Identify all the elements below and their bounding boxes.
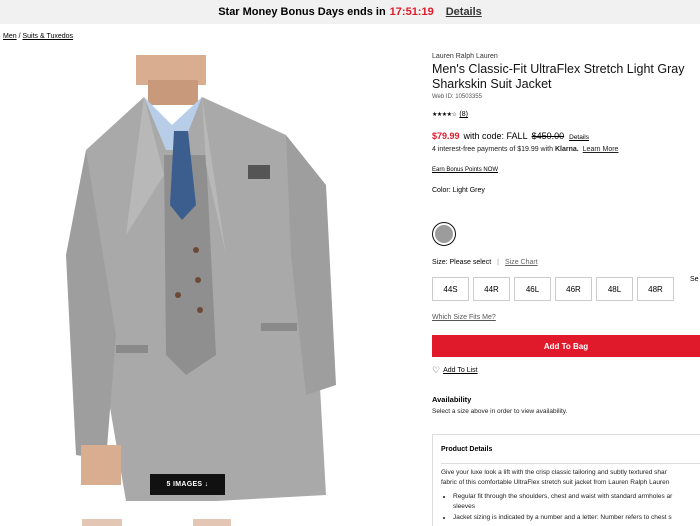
sale-price: $79.99 <box>432 131 460 141</box>
web-id: Web ID: 10503355 <box>432 94 482 100</box>
size-button[interactable]: 44R <box>473 277 510 301</box>
learn-more-link[interactable]: Learn More <box>583 146 619 153</box>
reviews-link[interactable]: (8) <box>459 111 468 118</box>
availability-title: Availability <box>432 395 472 404</box>
installments-text: 4 interest-free payments of $19.99 with … <box>432 146 700 153</box>
size-fit-link[interactable]: Which Size Fits Me? <box>432 314 496 321</box>
add-to-list-label: Add To List <box>443 367 478 374</box>
product-image[interactable] <box>66 55 370 501</box>
swatch-fill <box>435 225 453 243</box>
divider <box>441 463 700 464</box>
product-details-body: Give your luxe look a lift with the cris… <box>441 468 700 524</box>
details-bullet-1a: Regular fit through the shoulders, chest… <box>453 493 673 500</box>
size-button[interactable]: 48L <box>596 277 633 301</box>
availability-text: Select a size above in order to view ava… <box>432 408 568 415</box>
promo-code-text: with code: FALL <box>463 131 528 141</box>
thumbnail-strip <box>0 519 400 526</box>
product-details-title[interactable]: Product Details <box>441 446 492 453</box>
promo-text: Star Money Bonus Days ends in <box>218 6 386 18</box>
product-title: Men's Classic-Fit UltraFlex Stretch Ligh… <box>432 62 685 91</box>
promo-banner: Star Money Bonus Days ends in 17:51:19 D… <box>0 0 700 24</box>
add-to-bag-button[interactable]: Add To Bag <box>432 335 700 357</box>
add-to-list-button[interactable]: ♡ Add To List <box>432 365 478 376</box>
klarna-brand: Klarna. <box>554 146 579 153</box>
details-list: Regular fit through the shoulders, chest… <box>453 492 700 523</box>
details-bullet: Regular fit through the shoulders, chest… <box>453 492 700 512</box>
thumbnail-2[interactable] <box>193 519 231 526</box>
product-info: Lauren Ralph Lauren Men's Classic-Fit Ul… <box>432 53 700 194</box>
thumbnail-1[interactable] <box>82 519 122 526</box>
size-button[interactable]: 46R <box>555 277 592 301</box>
heart-icon: ♡ <box>432 365 441 375</box>
price-details-link[interactable]: Details <box>569 134 589 141</box>
product-photo-illustration <box>66 55 336 501</box>
details-line-1: Give your luxe look a lift with the cris… <box>441 469 667 476</box>
view-images-button[interactable]: 5 IMAGES ↓ <box>150 474 225 495</box>
original-price: $450.00 <box>531 131 565 141</box>
size-options: 44S 44R 46L 46R 48L 48R <box>432 277 678 301</box>
size-label: Size: Please select <box>432 259 492 266</box>
promo-details-link[interactable]: Details <box>446 6 482 18</box>
see-more-sizes[interactable]: Se <box>690 276 699 283</box>
details-bullet: Jacket sizing is indicated by a number a… <box>453 513 700 523</box>
breadcrumb-suits[interactable]: Suits & Tuxedos <box>22 33 73 40</box>
size-label-row: Size: Please select | Size Chart <box>432 259 538 266</box>
installments-prefix: 4 interest-free payments of $19.99 with <box>432 146 554 153</box>
rating: ★★★★☆ (8) <box>432 111 700 118</box>
promo-timer: 17:51:19 <box>389 6 434 18</box>
size-button[interactable]: 44S <box>432 277 469 301</box>
star-rating-icon: ★★★★☆ <box>432 112 457 118</box>
size-separator: | <box>497 259 499 266</box>
size-chart-link[interactable]: Size Chart <box>505 259 538 266</box>
color-swatch-light-grey[interactable] <box>432 222 456 246</box>
details-line-2: fabric of this comfortable UltraFlex str… <box>441 479 670 486</box>
size-button[interactable]: 46L <box>514 277 551 301</box>
color-label: Color: Light Grey <box>432 187 485 194</box>
product-brand[interactable]: Lauren Ralph Lauren <box>432 53 700 60</box>
breadcrumb-men[interactable]: Men <box>3 33 17 40</box>
details-bullet-1b: sleeves <box>453 503 476 510</box>
price-row: $79.99 with code: FALL $450.00 Details <box>432 131 700 141</box>
product-details-section: Product Details Give your luxe look a li… <box>432 434 700 526</box>
bonus-points-link[interactable]: Earn Bonus Points NOW <box>432 167 700 173</box>
breadcrumb: Men / Suits & Tuxedos <box>3 33 73 40</box>
size-button[interactable]: 48R <box>637 277 674 301</box>
